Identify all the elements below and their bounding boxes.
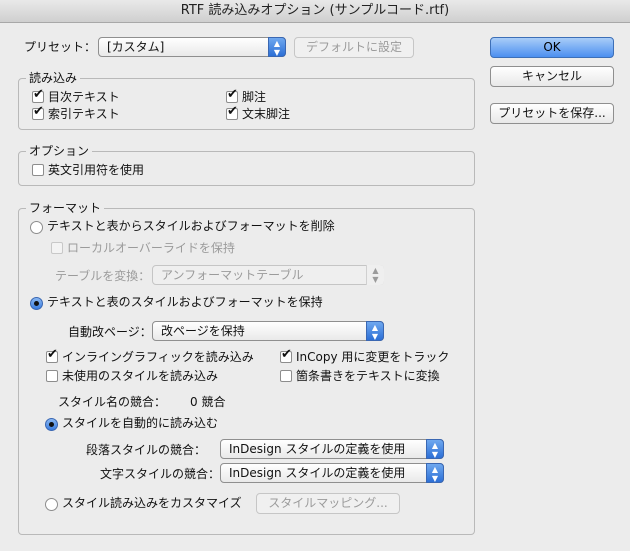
page-break-select[interactable]: 改ページを保持 ▲ ▼ [152,321,384,341]
style-conflicts-value: 0 競合 [190,395,226,409]
set-default-button[interactable]: デフォルトに設定 [294,37,414,58]
endnotes-label: 文末脚注 [242,107,291,121]
toc-text-checkbox[interactable] [32,87,44,103]
preset-label: プリセット： [24,40,97,54]
convert-tables-value: アンフォーマットテーブル [161,268,304,282]
customize-import-label: スタイル読み込みをカスタマイズ [62,496,242,510]
convert-bullets-label: 箇条書きをテキストに変換 [296,369,440,383]
index-text-checkbox[interactable] [32,104,44,120]
save-preset-button[interactable]: プリセットを保存... [490,103,614,124]
track-incopy-checkbox[interactable] [280,347,292,363]
paragraph-conflicts-value: InDesign スタイルの定義を使用 [229,442,406,456]
chevron-updown-icon: ▲ ▼ [366,321,384,341]
preset-value: [カスタム] [107,40,165,54]
track-incopy-label: InCopy 用に変更をトラック [296,350,450,364]
formatting-group-title: フォーマット [26,201,105,215]
chevron-updown-icon: ▲ ▼ [426,463,444,483]
paragraph-conflicts-label: 段落スタイルの競合： [86,443,207,457]
cancel-button[interactable]: キャンセル [490,66,614,87]
typographer-quotes-label: 英文引用符を使用 [48,163,145,177]
style-conflicts-label: スタイル名の競合： [58,395,167,409]
keep-local-overrides-checkbox[interactable] [51,242,63,254]
inline-graphics-checkbox[interactable] [46,347,58,363]
customize-import-radio[interactable] [45,498,58,511]
unused-styles-checkbox[interactable] [46,370,58,382]
import-group-title: 読み込み [26,71,81,85]
auto-import-label: スタイルを自動的に読み込む [62,416,219,430]
footnotes-label: 脚注 [242,90,267,104]
footnotes-checkbox[interactable] [226,87,238,103]
page-break-value: 改ページを保持 [161,324,245,338]
character-conflicts-value: InDesign スタイルの定義を使用 [229,466,406,480]
keep-local-overrides-label: ローカルオーバーライドを保持 [67,241,235,255]
unused-styles-label: 未使用のスタイルを読み込み [62,369,219,383]
chevron-updown-icon: ▲ ▼ [426,439,444,459]
auto-import-radio[interactable] [45,418,58,431]
style-mapping-button[interactable]: スタイルマッピング... [256,493,400,514]
convert-bullets-checkbox[interactable] [280,370,292,382]
endnotes-checkbox[interactable] [226,104,238,120]
options-group-title: オプション [26,144,93,158]
convert-tables-label: テーブルを変換： [55,269,151,283]
inline-graphics-label: インライングラフィックを読み込み [62,350,254,364]
character-conflicts-label: 文字スタイルの競合： [100,467,221,481]
paragraph-conflicts-select[interactable]: InDesign スタイルの定義を使用 ▲ ▼ [220,439,444,459]
chevron-updown-icon: ▲ ▼ [268,37,286,57]
rtf-import-options-dialog: RTF 読み込みオプション (サンプルコード.rtf) プリセット： [カスタム… [0,0,630,551]
chevron-updown-icon: ▲ ▼ [366,265,384,285]
page-break-label: 自動改ページ： [68,325,152,339]
character-conflicts-select[interactable]: InDesign スタイルの定義を使用 ▲ ▼ [220,463,444,483]
keep-styles-label: テキストと表のスタイルおよびフォーマットを保持 [47,295,323,309]
typographer-quotes-checkbox[interactable] [32,164,44,176]
preset-select[interactable]: [カスタム] ▲ ▼ [98,37,286,57]
toc-text-label: 目次テキスト [48,90,120,104]
remove-styles-label: テキストと表からスタイルおよびフォーマットを削除 [47,219,335,233]
window-title: RTF 読み込みオプション (サンプルコード.rtf) [0,0,630,23]
ok-button[interactable]: OK [490,37,614,58]
index-text-label: 索引テキスト [48,107,120,121]
keep-styles-radio[interactable] [30,297,43,310]
convert-tables-select[interactable]: アンフォーマットテーブル ▲ ▼ [152,265,384,285]
remove-styles-radio[interactable] [30,221,43,234]
